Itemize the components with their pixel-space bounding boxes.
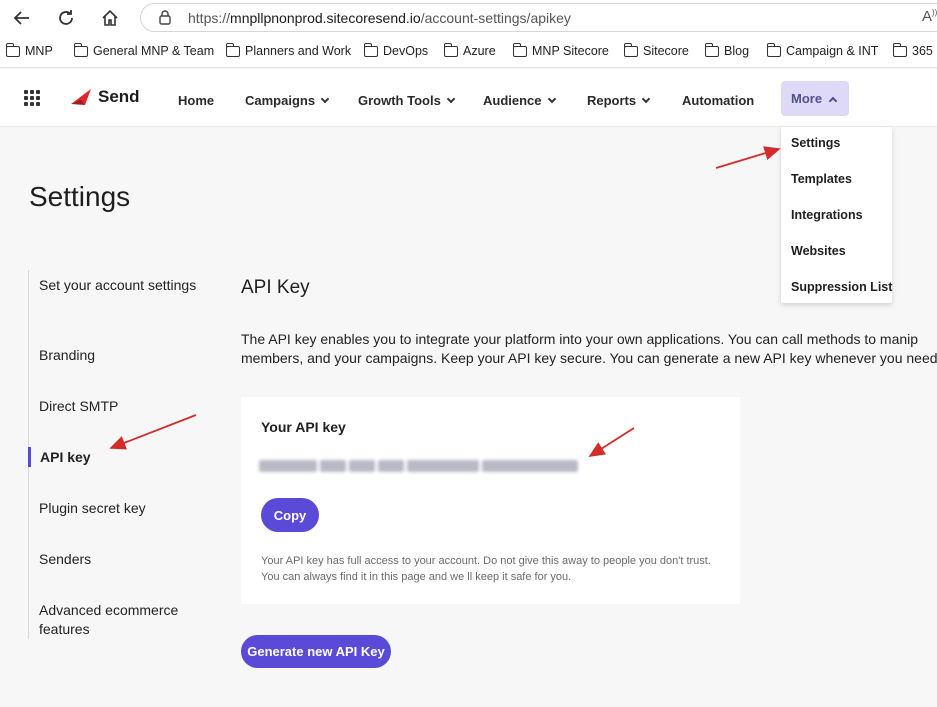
description-line: members, and your campaigns. Keep your A… bbox=[241, 350, 937, 366]
menu-item-suppression-list[interactable]: Suppression List bbox=[791, 280, 892, 294]
back-icon[interactable] bbox=[8, 4, 36, 32]
arrow-to-settings bbox=[715, 146, 781, 169]
folder-icon bbox=[443, 42, 458, 57]
url-text: https://mnpllpnonprod.sitecoresend.io/ac… bbox=[188, 10, 571, 26]
bookmark-item[interactable]: Azure bbox=[443, 42, 496, 58]
nav-growth-tools[interactable]: Growth Tools bbox=[358, 93, 456, 108]
nav-audience[interactable]: Audience bbox=[483, 93, 556, 108]
menu-item-settings[interactable]: Settings bbox=[791, 136, 840, 150]
bookmarks-bar: MNP General MNP & Team Planners and Work… bbox=[0, 36, 937, 68]
copy-button[interactable]: Copy bbox=[261, 498, 319, 532]
folder-icon bbox=[225, 42, 240, 57]
more-dropdown-menu: Settings Templates Integrations Websites… bbox=[781, 127, 892, 303]
bookmark-item[interactable]: DevOps bbox=[363, 42, 428, 58]
menu-item-websites[interactable]: Websites bbox=[791, 244, 846, 258]
folder-icon bbox=[892, 42, 907, 57]
bookmark-item[interactable]: Sitecore bbox=[623, 42, 689, 58]
menu-item-templates[interactable]: Templates bbox=[791, 172, 852, 186]
sidebar-item-account-settings[interactable]: Set your account settings bbox=[39, 276, 199, 295]
api-key-description: The API key enables you to integrate you… bbox=[241, 330, 937, 368]
nav-home[interactable]: Home bbox=[178, 93, 214, 108]
bookmark-item[interactable]: MNP Sitecore bbox=[512, 42, 609, 58]
page-title: Settings bbox=[29, 181, 131, 212]
chevron-down-icon bbox=[547, 94, 556, 104]
bookmark-item[interactable]: Campaign & INT bbox=[766, 42, 878, 58]
logo-text: Send bbox=[98, 87, 140, 106]
card-title: Your API key bbox=[261, 419, 346, 435]
chevron-down-icon bbox=[641, 94, 651, 104]
folder-icon bbox=[766, 42, 781, 57]
refresh-icon[interactable] bbox=[52, 4, 80, 32]
folder-icon bbox=[363, 42, 378, 57]
generate-api-key-button[interactable]: Generate new API Key bbox=[241, 635, 391, 668]
api-key-value-redacted bbox=[259, 458, 578, 474]
chevron-down-icon bbox=[320, 94, 330, 104]
chevron-up-icon bbox=[828, 96, 838, 105]
send-logo[interactable]: Send bbox=[70, 87, 140, 107]
sidebar-item-branding[interactable]: Branding bbox=[39, 346, 199, 365]
folder-icon bbox=[623, 42, 638, 57]
read-aloud-icon[interactable]: A)) bbox=[922, 8, 937, 25]
folder-icon bbox=[73, 42, 88, 57]
bookmark-item[interactable]: 365 bbox=[892, 42, 933, 58]
nav-more-button[interactable]: More bbox=[781, 81, 849, 116]
description-line: The API key enables you to integrate you… bbox=[241, 331, 919, 347]
nav-reports[interactable]: Reports bbox=[587, 93, 651, 108]
sidebar-item-advanced-ecommerce[interactable]: Advanced ecommerce features bbox=[39, 601, 199, 639]
browser-toolbar: https://mnpllpnonprod.sitecoresend.io/ac… bbox=[0, 0, 937, 36]
section-title: API Key bbox=[241, 277, 310, 298]
sidebar-item-direct-smtp[interactable]: Direct SMTP bbox=[39, 397, 199, 416]
menu-item-integrations[interactable]: Integrations bbox=[791, 208, 863, 222]
settings-sidebar: Set your account settings Branding Direc… bbox=[28, 270, 198, 639]
folder-icon bbox=[512, 42, 527, 57]
bookmark-item[interactable]: MNP bbox=[5, 42, 53, 58]
nav-automation[interactable]: Automation bbox=[682, 93, 754, 108]
folder-icon bbox=[704, 42, 719, 57]
lock-icon[interactable] bbox=[159, 10, 171, 30]
send-logo-icon bbox=[71, 89, 91, 105]
chevron-down-icon bbox=[446, 94, 456, 104]
active-indicator bbox=[28, 447, 31, 467]
app-header: Send Home Campaigns Growth Tools Audienc… bbox=[0, 69, 937, 127]
folder-icon bbox=[5, 42, 20, 57]
sidebar-item-senders[interactable]: Senders bbox=[39, 550, 199, 569]
app-launcher-icon[interactable] bbox=[24, 90, 40, 106]
address-bar[interactable]: https://mnpllpnonprod.sitecoresend.io/ac… bbox=[140, 3, 937, 32]
api-key-card: Your API key Copy Your API key has full … bbox=[241, 397, 740, 604]
nav-campaigns[interactable]: Campaigns bbox=[245, 93, 330, 108]
bookmark-item[interactable]: Planners and Work bbox=[225, 42, 351, 58]
sidebar-item-api-key[interactable]: API key bbox=[40, 448, 200, 467]
bookmark-item[interactable]: General MNP & Team bbox=[73, 42, 214, 58]
bookmark-item[interactable]: Blog bbox=[704, 42, 749, 58]
sidebar-item-plugin-secret-key[interactable]: Plugin secret key bbox=[39, 499, 199, 518]
api-key-note: Your API key has full access to your acc… bbox=[261, 555, 711, 583]
home-icon[interactable] bbox=[96, 4, 124, 32]
